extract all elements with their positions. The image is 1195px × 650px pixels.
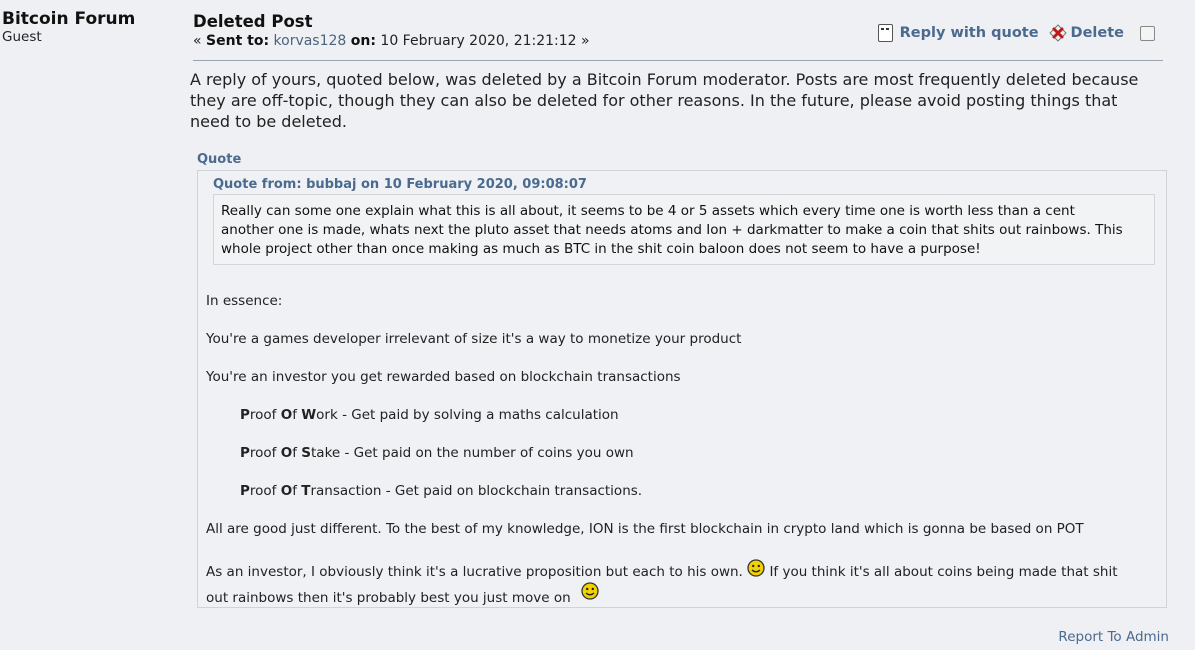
delete-button[interactable]: Delete [1048, 24, 1124, 42]
inner-quote-header[interactable]: Quote from: bubbaj on 10 February 2020, … [213, 177, 587, 192]
post-line: All are good just different. To the best… [206, 521, 1084, 537]
report-to-admin-link[interactable]: Report To Admin [1058, 629, 1169, 645]
pos-roof: roof [249, 445, 281, 461]
pos-p: P [240, 445, 250, 461]
pot-roof: roof [249, 483, 281, 499]
inner-quote-line: whole project other than once making as … [221, 241, 981, 257]
notice-line: need to be deleted. [190, 112, 347, 131]
pow-roof: roof [249, 407, 281, 423]
on-label: on: [350, 33, 376, 49]
delete-icon [1048, 24, 1067, 42]
pow-p: P [240, 407, 250, 423]
pot-f: f [292, 483, 302, 499]
reply-quote-icon [877, 24, 893, 42]
post-line: You're an investor you get rewarded base… [206, 369, 681, 385]
guillemet-open: « [193, 33, 202, 49]
sender-info: Bitcoin Forum Guest [2, 9, 182, 45]
pot-rest: ransaction - Get paid on blockchain tran… [310, 483, 643, 499]
quote-header: Quote [197, 152, 242, 167]
pot-p: P [240, 483, 250, 499]
pot-o: O [280, 483, 293, 499]
pos-rest: take - Get paid on the number of coins y… [311, 445, 634, 461]
quote-box: Quote from: bubbaj on 10 February 2020, … [197, 170, 1167, 608]
proof-of-transaction-line: Proof Of Transaction - Get paid on block… [240, 483, 642, 499]
pow-o: O [280, 407, 293, 423]
sent-to-label: Sent to: [206, 33, 270, 49]
reply-with-quote-label: Reply with quote [899, 25, 1039, 41]
post-line: In essence: [206, 293, 283, 309]
inner-quote-box: Really can some one explain what this is… [213, 194, 1155, 265]
investor-text-c: out rainbows then it's probably best you… [206, 590, 571, 606]
inner-quote-line: another one is made, whats next the plut… [221, 222, 1123, 238]
sender-name: Bitcoin Forum [2, 9, 136, 29]
delete-label: Delete [1070, 25, 1124, 41]
investor-text-a: As an investor, I obviously think it's a… [206, 564, 743, 580]
investor-line-2: out rainbows then it's probably best you… [206, 582, 599, 606]
sender-role: Guest [2, 29, 42, 45]
proof-of-stake-line: Proof Of Stake - Get paid on the number … [240, 445, 634, 461]
pos-o: O [280, 445, 293, 461]
smiley-icon [747, 559, 765, 577]
investor-text-b: If you think it's all about coins being … [769, 564, 1118, 580]
smiley-icon [581, 582, 599, 600]
reply-with-quote-button[interactable]: Reply with quote [877, 24, 1039, 42]
message-panel: Deleted Post « Sent to: korvas128 on: 10… [190, 0, 1170, 650]
proof-of-work-line: Proof Of Work - Get paid by solving a ma… [240, 407, 619, 423]
recipient-link[interactable]: korvas128 [274, 33, 347, 49]
guillemet-close: » [581, 33, 590, 49]
message-header: Deleted Post « Sent to: korvas128 on: 10… [193, 12, 1163, 61]
investor-line: As an investor, I obviously think it's a… [206, 559, 1118, 580]
inner-quote-line: Really can some one explain what this is… [221, 203, 1075, 219]
pos-f: f [292, 445, 302, 461]
message-actions: Reply with quote Delete [877, 24, 1155, 42]
select-checkbox[interactable] [1140, 25, 1155, 41]
notice-line: they are off-topic, though they can also… [190, 91, 1118, 110]
pow-w: W [301, 407, 317, 423]
pow-rest: ork - Get paid by solving a maths calcul… [316, 407, 619, 423]
pos-s: S [301, 445, 311, 461]
message-date: 10 February 2020, 21:21:12 [380, 33, 577, 49]
post-line: You're a games developer irrelevant of s… [206, 331, 742, 347]
pow-f: f [292, 407, 302, 423]
notice-line: A reply of yours, quoted below, was dele… [190, 70, 1139, 89]
deletion-notice: A reply of yours, quoted below, was dele… [190, 69, 1165, 132]
